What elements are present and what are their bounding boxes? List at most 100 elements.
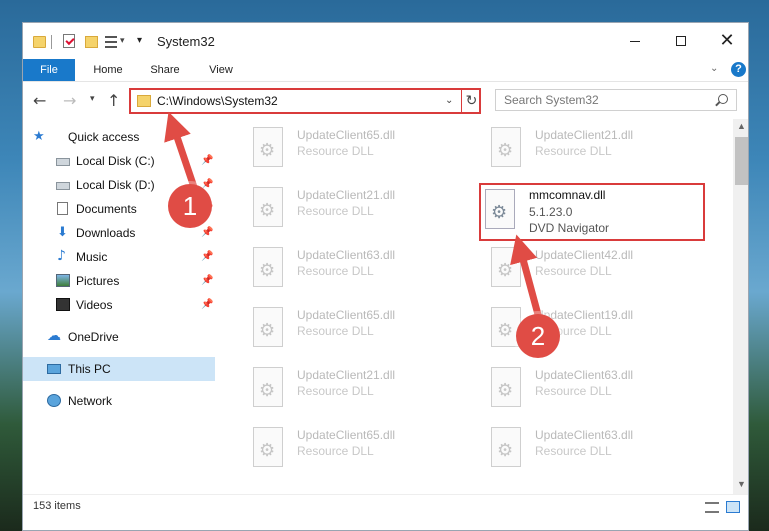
- file-item[interactable]: UpdateClient21.dll Resource DLL: [245, 361, 471, 419]
- file-name: UpdateClient21.dll: [297, 188, 396, 202]
- pin-icon[interactable]: 📌: [201, 275, 213, 286]
- vertical-scrollbar[interactable]: ▲ ▼: [733, 119, 748, 494]
- close-icon: ✕: [719, 30, 735, 51]
- tiles-view-icon[interactable]: [726, 501, 740, 513]
- cloud-icon: ☁: [47, 328, 61, 344]
- file-item[interactable]: UpdateClient63.dll Resource DLL: [483, 421, 709, 479]
- status-bar: 153 items: [23, 494, 748, 530]
- maximize-icon: [676, 36, 686, 46]
- recent-locations-icon[interactable]: ▾: [90, 94, 95, 104]
- tab-share[interactable]: Share: [145, 59, 185, 81]
- minimize-button[interactable]: [612, 23, 658, 59]
- file-description: Resource DLL: [535, 264, 612, 278]
- customize-toolbar-icon[interactable]: ▾: [137, 35, 142, 53]
- help-icon[interactable]: ?: [731, 62, 746, 77]
- sidebar-item-label: Downloads: [76, 226, 136, 240]
- properties-icon[interactable]: [63, 34, 75, 48]
- file-item[interactable]: UpdateClient63.dll Resource DLL: [245, 241, 471, 299]
- file-item[interactable]: UpdateClient65.dll Resource DLL: [245, 301, 471, 359]
- refresh-icon[interactable]: ↻: [461, 90, 481, 112]
- pin-icon[interactable]: 📌: [201, 227, 213, 238]
- dll-file-icon: [491, 127, 521, 167]
- address-bar[interactable]: C:\Windows\System32 ⌄ ↻: [129, 88, 481, 114]
- search-input[interactable]: Search System32: [495, 89, 737, 111]
- up-arrow-icon[interactable]: ↑: [107, 91, 120, 110]
- file-list: UpdateClient65.dll Resource DLL UpdateCl…: [215, 119, 733, 494]
- tab-view[interactable]: View: [201, 59, 241, 81]
- file-item[interactable]: UpdateClient21.dll Resource DLL: [483, 121, 709, 179]
- navigation-pane: ★ Quick access Local Disk (C:) 📌 Local D…: [23, 119, 215, 494]
- dll-file-icon: [491, 247, 521, 287]
- search-icon[interactable]: [718, 94, 728, 104]
- pin-icon[interactable]: 📌: [201, 155, 213, 166]
- sidebar-item-local-disk-c[interactable]: Local Disk (C:) 📌: [23, 149, 215, 173]
- file-name: UpdateClient21.dll: [297, 368, 396, 382]
- details-view-icon[interactable]: [705, 502, 719, 513]
- sidebar-item-quick-access[interactable]: ★ Quick access: [23, 125, 215, 149]
- downloads-icon: ⬇: [57, 225, 68, 240]
- new-folder-icon[interactable]: [85, 36, 98, 48]
- expand-ribbon-icon[interactable]: ⌄: [710, 63, 718, 74]
- pc-icon: [47, 364, 61, 374]
- file-description: Resource DLL: [297, 324, 374, 338]
- back-arrow-icon[interactable]: ←: [33, 91, 46, 110]
- dll-file-icon: [485, 189, 515, 229]
- file-item[interactable]: UpdateClient42.dll Resource DLL: [483, 241, 709, 299]
- chevron-down-icon[interactable]: ▾: [120, 35, 125, 53]
- file-name: UpdateClient21.dll: [535, 128, 634, 142]
- sidebar-item-videos[interactable]: Videos 📌: [23, 293, 215, 317]
- scroll-thumb[interactable]: [735, 137, 748, 185]
- chevron-down-icon[interactable]: ⌄: [445, 95, 453, 106]
- documents-icon: [57, 202, 68, 215]
- file-name: UpdateClient65.dll: [297, 308, 396, 322]
- file-description: DVD Navigator: [529, 221, 610, 235]
- view-icon[interactable]: [105, 36, 117, 48]
- music-icon: ♪: [57, 248, 66, 264]
- folder-icon: [137, 95, 151, 107]
- maximize-button[interactable]: [658, 23, 704, 59]
- close-button[interactable]: ✕: [704, 23, 748, 59]
- dll-file-icon: [253, 307, 283, 347]
- sidebar-item-label: Pictures: [76, 274, 120, 288]
- sidebar-item-music[interactable]: ♪ Music 📌: [23, 245, 215, 269]
- file-item[interactable]: UpdateClient21.dll Resource DLL: [245, 181, 471, 239]
- file-item[interactable]: UpdateClient63.dll Resource DLL: [483, 361, 709, 419]
- dll-file-icon: [253, 367, 283, 407]
- file-name: UpdateClient63.dll: [297, 248, 396, 262]
- sidebar-item-label: Music: [76, 250, 108, 264]
- sidebar-item-pictures[interactable]: Pictures 📌: [23, 269, 215, 293]
- title-bar: ▾ ▾ System32 ✕: [23, 23, 748, 59]
- sidebar-item-label: Network: [68, 394, 113, 408]
- pin-icon[interactable]: 📌: [201, 251, 213, 262]
- address-path[interactable]: C:\Windows\System32: [157, 94, 278, 108]
- file-name: UpdateClient63.dll: [535, 368, 634, 382]
- disk-icon: [56, 182, 70, 190]
- pin-icon[interactable]: 📌: [201, 299, 213, 310]
- scroll-down-icon[interactable]: ▼: [737, 479, 746, 489]
- file-description: Resource DLL: [297, 444, 374, 458]
- file-description: Resource DLL: [535, 444, 612, 458]
- step-1-badge: 1: [168, 184, 212, 228]
- sidebar-item-onedrive[interactable]: ☁ OneDrive: [23, 325, 215, 349]
- navigation-bar: ← → ▾ ↑ C:\Windows\System32 ⌄ ↻ Search S…: [23, 81, 748, 117]
- file-name: UpdateClient65.dll: [297, 128, 396, 142]
- dll-file-icon: [253, 247, 283, 287]
- scroll-up-icon[interactable]: ▲: [737, 121, 746, 131]
- sidebar-item-network[interactable]: Network: [23, 389, 215, 413]
- sidebar-item-label: Documents: [76, 202, 137, 216]
- file-item-mmcomnav[interactable]: mmcomnav.dll 5.1.23.0 DVD Navigator: [479, 183, 705, 241]
- file-item[interactable]: UpdateClient65.dll Resource DLL: [245, 421, 471, 479]
- sidebar-item-this-pc[interactable]: This PC: [23, 357, 215, 381]
- tab-home[interactable]: Home: [86, 59, 130, 81]
- file-version: 5.1.23.0: [529, 205, 573, 219]
- file-name: UpdateClient65.dll: [297, 428, 396, 442]
- file-description: Resource DLL: [297, 144, 374, 158]
- file-description: Resource DLL: [297, 204, 374, 218]
- file-description: Resource DLL: [297, 384, 374, 398]
- separator: [51, 35, 52, 49]
- file-description: Resource DLL: [297, 264, 374, 278]
- explorer-window: ▾ ▾ System32 ✕ File Home Share View ⌄ ? …: [22, 22, 749, 531]
- file-item[interactable]: UpdateClient65.dll Resource DLL: [245, 121, 471, 179]
- forward-arrow-icon[interactable]: →: [63, 91, 76, 110]
- videos-icon: [56, 298, 70, 311]
